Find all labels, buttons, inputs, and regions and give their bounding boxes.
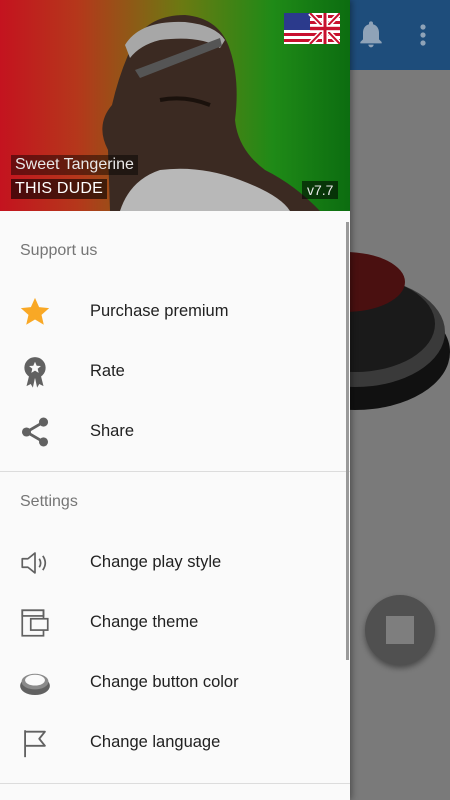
speaker-icon [21, 552, 47, 574]
menu-item-share[interactable]: Share [0, 402, 350, 462]
section-divider [0, 783, 350, 784]
settings-section-title: Settings [20, 493, 78, 510]
drawer-header: Sweet Tangerine THIS DUDE v7.7 [0, 0, 350, 211]
section-divider [0, 471, 350, 472]
theme-icon [21, 609, 49, 637]
star-icon [20, 297, 50, 325]
menu-item-label: Change language [90, 733, 221, 751]
navigation-drawer: Sweet Tangerine THIS DUDE v7.7 Support u… [0, 0, 350, 800]
bell-icon[interactable] [355, 18, 387, 50]
menu-item-label: Purchase premium [90, 302, 229, 320]
menu-item-label: Share [90, 422, 135, 440]
share-icon [21, 417, 49, 447]
menu-item-change-play-style[interactable]: Change play style [0, 533, 350, 593]
menu-item-purchase-premium[interactable]: Purchase premium [0, 282, 350, 342]
uk-us-flag-icon[interactable] [284, 13, 340, 44]
menu-item-change-theme[interactable]: Change theme [0, 593, 350, 653]
drawer-scrollbar[interactable] [346, 222, 349, 660]
more-vert-icon[interactable] [412, 18, 434, 52]
stop-icon [386, 616, 414, 644]
button-color-icon [20, 673, 50, 696]
menu-item-rate[interactable]: Rate [0, 342, 350, 402]
menu-item-label: Change theme [90, 613, 199, 631]
version-badge: v7.7 [302, 181, 339, 199]
menu-item-change-button-color[interactable]: Change button color [0, 653, 350, 713]
header-subtitle: Sweet Tangerine [11, 155, 138, 175]
app-screen: Sweet Tangerine THIS DUDE v7.7 Support u… [0, 0, 450, 800]
stop-button[interactable] [365, 595, 435, 665]
menu-item-change-language[interactable]: Change language [0, 713, 350, 773]
menu-item-label: Rate [90, 362, 125, 380]
flag-icon [24, 730, 46, 758]
award-badge-icon [24, 357, 46, 388]
header-title: THIS DUDE [11, 179, 108, 199]
support-section-title: Support us [20, 242, 98, 259]
menu-item-label: Change play style [90, 553, 222, 571]
menu-item-label: Change button color [90, 673, 239, 691]
